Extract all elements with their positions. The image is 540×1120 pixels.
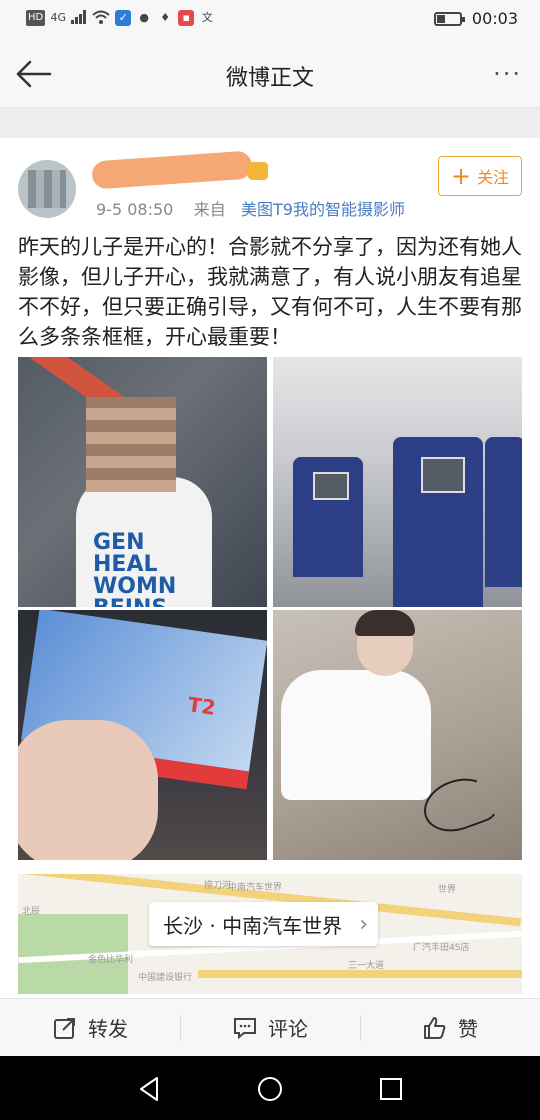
like-button[interactable]: 赞	[360, 999, 540, 1056]
nav-back-icon[interactable]	[135, 1074, 165, 1104]
title-bar: 微博正文 ···	[0, 40, 540, 108]
more-dots-icon[interactable]: ···	[493, 60, 522, 88]
photo-signed[interactable]	[273, 610, 522, 860]
avatar[interactable]	[18, 160, 76, 218]
post-from: 来自	[193, 200, 226, 219]
comment-icon	[234, 1017, 256, 1039]
repost-label: 转发	[88, 1017, 128, 1041]
system-nav-bar	[0, 1056, 540, 1120]
location-chip[interactable]: 长沙 · 中南汽车世界 ›	[149, 902, 379, 946]
status-icons: HD 4G ✓ ● ♦ ▪ 文	[26, 10, 215, 26]
ticket-number: T2	[186, 692, 218, 720]
post-source-link[interactable]: 美图T9我的智能摄影师	[241, 200, 405, 219]
location-pin-icon: ♦	[160, 11, 171, 24]
signal-icon	[71, 10, 87, 26]
nav-recent-icon[interactable]	[376, 1074, 406, 1104]
photo-boy[interactable]: GEN HEAL WOMN BEINS	[18, 357, 267, 607]
action-bar: 转发 评论 赞	[0, 998, 540, 1056]
red-app-icon: ▪	[178, 10, 195, 26]
chat-app-icon: ●	[139, 11, 150, 24]
location-name: 长沙 · 中南汽车世界	[163, 913, 343, 938]
battery-icon	[433, 11, 465, 26]
translate-icon: 文	[201, 11, 213, 24]
plus-icon: +	[450, 162, 472, 190]
shirt-print: GEN HEAL WOMN BEINS	[93, 530, 177, 608]
like-label: 赞	[458, 1017, 478, 1041]
page-title: 微博正文	[225, 66, 314, 91]
clock: 00:03	[471, 9, 518, 28]
location-map[interactable]: 中南汽车世界 世界 广汽丰田4S店 三一大道 中国建设银行 北辰 金色比华利 捞…	[18, 874, 522, 994]
chevron-right-icon: ›	[359, 912, 369, 937]
photo-ticket[interactable]: T2	[18, 610, 267, 860]
hd-icon: HD	[26, 10, 46, 26]
nav-home-icon[interactable]	[255, 1074, 285, 1104]
repost-button[interactable]: 转发	[0, 999, 180, 1056]
member-badge-icon	[248, 162, 268, 180]
photo-airplane-cabin[interactable]	[273, 357, 522, 607]
post-time: 9-5 08:50	[96, 200, 174, 219]
post-card: 9-5 08:50 来自 美图T9我的智能摄影师 + 关注 昨天的儿子是开心的！…	[0, 138, 540, 1000]
post-body: 昨天的儿子是开心的！合影就不分享了，因为还有她人影像，但儿子开心，我就满意了，有…	[18, 235, 522, 349]
follow-button[interactable]: + 关注	[438, 156, 522, 196]
network-type: 4G	[50, 11, 66, 24]
comment-label: 评论	[268, 1017, 308, 1041]
follow-label: 关注	[477, 168, 510, 187]
comment-button[interactable]: 评论	[180, 999, 360, 1056]
wifi-icon	[92, 10, 110, 26]
shield-app-icon: ✓	[115, 10, 132, 26]
blurred-face	[86, 397, 176, 492]
thumbs-up-icon	[424, 1016, 446, 1039]
status-bar: HD 4G ✓ ● ♦ ▪ 文 00:03	[0, 0, 540, 40]
section-gap	[0, 108, 540, 138]
post-meta: 9-5 08:50 来自 美图T9我的智能摄影师	[96, 196, 405, 220]
repost-icon	[54, 1017, 75, 1039]
username-redacted[interactable]	[91, 150, 253, 190]
